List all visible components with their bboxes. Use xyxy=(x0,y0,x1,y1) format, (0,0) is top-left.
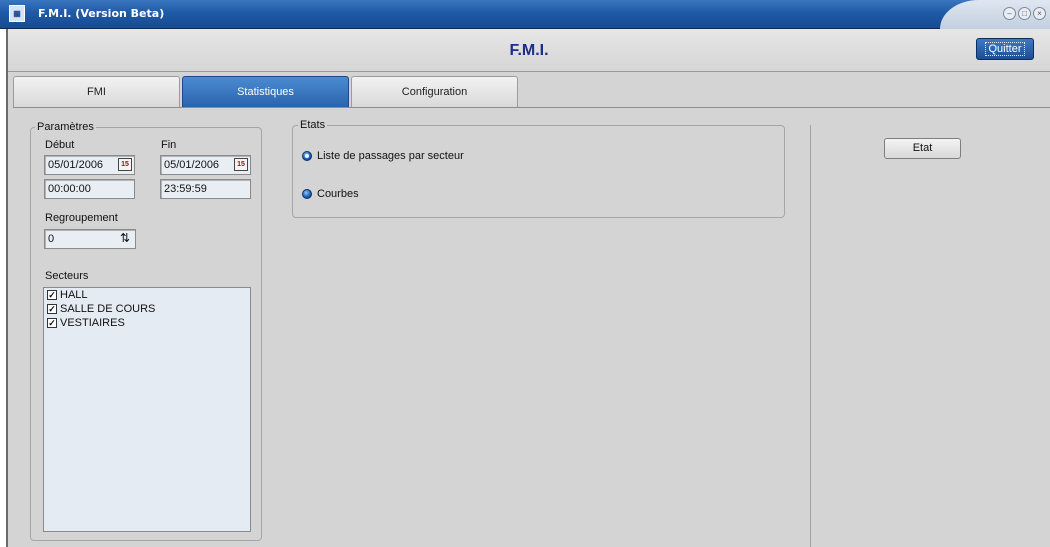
parametres-group: Paramètres Début Fin 05/01/2006 15 05/01… xyxy=(30,121,262,541)
app-frame: F.M.I. Quitter FMI Statistiques Configur… xyxy=(6,29,1050,547)
header-band: F.M.I. Quitter xyxy=(8,29,1050,72)
close-icon[interactable]: × xyxy=(1033,7,1046,20)
maximize-icon[interactable]: □ xyxy=(1018,7,1031,20)
secteurs-label: Secteurs xyxy=(45,270,89,282)
tab-fmi[interactable]: FMI xyxy=(13,76,180,107)
page-title: F.M.I. xyxy=(509,42,549,59)
etats-legend: Etats xyxy=(298,119,328,131)
radio-label: Liste de passages par secteur xyxy=(317,150,464,162)
regroupement-stepper[interactable]: 0 ⇅ xyxy=(44,229,136,249)
quit-button[interactable]: Quitter xyxy=(976,38,1034,60)
radio-selected-icon[interactable] xyxy=(302,151,312,161)
radio-unselected-icon[interactable] xyxy=(302,189,312,199)
list-item[interactable]: ✓ HALL xyxy=(44,288,250,302)
calendar-icon[interactable]: 15 xyxy=(234,158,248,171)
window-titlebar[interactable]: ▦ F.M.I. (Version Beta) – □ × xyxy=(0,0,1050,29)
secteur-label: VESTIAIRES xyxy=(60,317,125,329)
regroupement-label: Regroupement xyxy=(45,212,118,224)
list-item[interactable]: ✓ SALLE DE COURS xyxy=(44,302,250,316)
debut-label: Début xyxy=(45,139,75,151)
checkbox-checked-icon[interactable]: ✓ xyxy=(47,290,57,300)
checkbox-checked-icon[interactable]: ✓ xyxy=(47,304,57,314)
tab-divider xyxy=(13,107,1050,108)
radio-label: Courbes xyxy=(317,188,359,200)
spin-arrows-icon[interactable]: ⇅ xyxy=(117,231,133,246)
checkbox-checked-icon[interactable]: ✓ xyxy=(47,318,57,328)
window-title: F.M.I. (Version Beta) xyxy=(38,7,165,20)
regroupement-value: 0 xyxy=(48,233,55,245)
debut-date-value: 05/01/2006 xyxy=(48,159,104,171)
etats-group: Etats Liste de passages par secteur Cour… xyxy=(292,119,785,218)
secteurs-list[interactable]: ✓ HALL ✓ SALLE DE COURS ✓ VESTIAIRES xyxy=(43,287,251,532)
fin-date-field[interactable]: 05/01/2006 15 xyxy=(160,155,251,175)
parametres-legend: Paramètres xyxy=(35,121,96,133)
app-icon: ▦ xyxy=(9,5,25,22)
minimize-icon[interactable]: – xyxy=(1003,7,1016,20)
secteur-label: SALLE DE COURS xyxy=(60,303,156,315)
tab-configuration[interactable]: Configuration xyxy=(351,76,518,107)
fin-time-field[interactable]: 23:59:59 xyxy=(160,179,251,199)
panel-divider xyxy=(810,125,811,547)
debut-date-field[interactable]: 05/01/2006 15 xyxy=(44,155,135,175)
quit-button-label: Quitter xyxy=(985,42,1025,56)
calendar-icon[interactable]: 15 xyxy=(118,158,132,171)
fin-date-value: 05/01/2006 xyxy=(164,159,220,171)
etat-button[interactable]: Etat xyxy=(884,138,961,159)
fin-label: Fin xyxy=(161,139,177,151)
list-item[interactable]: ✓ VESTIAIRES xyxy=(44,316,250,330)
tab-statistiques[interactable]: Statistiques xyxy=(182,76,349,107)
debut-time-field[interactable]: 00:00:00 xyxy=(44,179,135,199)
secteur-label: HALL xyxy=(60,289,88,301)
